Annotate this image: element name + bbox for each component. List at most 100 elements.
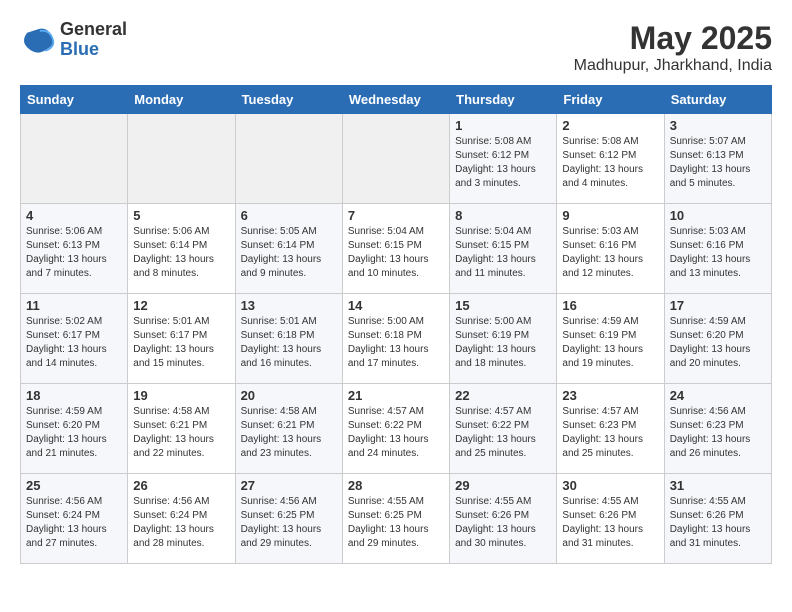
day-number: 7 <box>348 208 444 223</box>
calendar-cell: 2Sunrise: 5:08 AMSunset: 6:12 PMDaylight… <box>557 114 664 204</box>
calendar-cell: 20 Sunrise: 4:58 AMSunset: 6:21 PMDayligh… <box>235 384 342 474</box>
day-info: Sunrise: 5:02 AMSunset: 6:17 PMDaylight:… <box>26 315 122 371</box>
weekday-header-wednesday: Wednesday <box>342 86 449 114</box>
calendar-cell: 9 Sunrise: 5:03 AMSunset: 6:16 PMDaylight… <box>557 204 664 294</box>
day-number: 18 <box>26 388 122 403</box>
day-info: Sunrise: 4:57 AMSunset: 6:23 PMDaylight:… <box>562 405 658 461</box>
calendar-cell: 17 Sunrise: 4:59 AMSunset: 6:20 PMDayligh… <box>664 294 771 384</box>
day-number: 1 <box>455 118 551 133</box>
day-info: Sunrise: 5:06 AMSunset: 6:14 PMDaylight:… <box>133 225 229 281</box>
day-info: Sunrise: 4:58 AMSunset: 6:21 PMDaylight:… <box>241 405 337 461</box>
day-info: Sunrise: 5:00 AMSunset: 6:19 PMDaylight:… <box>455 315 551 371</box>
day-number: 11 <box>26 298 122 313</box>
calendar-cell: 13 Sunrise: 5:01 AMSunset: 6:18 PMDayligh… <box>235 294 342 384</box>
day-number: 24 <box>670 388 766 403</box>
calendar-cell: 6 Sunrise: 5:05 AMSunset: 6:14 PMDaylight… <box>235 204 342 294</box>
calendar-cell: 8 Sunrise: 5:04 AMSunset: 6:15 PMDaylight… <box>450 204 557 294</box>
day-info: Sunrise: 4:59 AMSunset: 6:19 PMDaylight:… <box>562 315 658 371</box>
day-number: 30 <box>562 478 658 493</box>
day-info: Sunrise: 5:01 AMSunset: 6:18 PMDaylight:… <box>241 315 337 371</box>
day-info: Sunrise: 5:05 AMSunset: 6:14 PMDaylight:… <box>241 225 337 281</box>
calendar-cell: 29 Sunrise: 4:55 AMSunset: 6:26 PMDayligh… <box>450 474 557 564</box>
day-number: 9 <box>562 208 658 223</box>
day-number: 20 <box>241 388 337 403</box>
day-info: Sunrise: 5:04 AMSunset: 6:15 PMDaylight:… <box>455 225 551 281</box>
calendar-week-row: 1 Sunrise: 5:08 AMSunset: 6:12 PMDaylight… <box>21 114 772 204</box>
day-number: 25 <box>26 478 122 493</box>
day-info: Sunrise: 4:55 AMSunset: 6:26 PMDaylight:… <box>455 495 551 551</box>
day-info: Sunrise: 5:04 AMSunset: 6:15 PMDaylight:… <box>348 225 444 281</box>
day-info: Sunrise: 4:57 AMSunset: 6:22 PMDaylight:… <box>455 405 551 461</box>
calendar-cell: 7 Sunrise: 5:04 AMSunset: 6:15 PMDaylight… <box>342 204 449 294</box>
calendar-week-row: 4 Sunrise: 5:06 AMSunset: 6:13 PMDaylight… <box>21 204 772 294</box>
logo-general-text: General <box>60 19 127 39</box>
calendar-cell: 28 Sunrise: 4:55 AMSunset: 6:25 PMDayligh… <box>342 474 449 564</box>
weekday-header-tuesday: Tuesday <box>235 86 342 114</box>
day-info: Sunrise: 4:55 AMSunset: 6:26 PMDaylight:… <box>562 495 658 551</box>
day-number: 6 <box>241 208 337 223</box>
day-info: Sunrise: 4:56 AMSunset: 6:24 PMDaylight:… <box>133 495 229 551</box>
calendar-table: SundayMondayTuesdayWednesdayThursdayFrid… <box>20 85 772 564</box>
logo-blue-text: Blue <box>60 39 99 59</box>
day-info: Sunrise: 4:58 AMSunset: 6:21 PMDaylight:… <box>133 405 229 461</box>
calendar-cell: 27Sunrise: 4:56 AMSunset: 6:25 PMDayligh… <box>235 474 342 564</box>
day-number: 19 <box>133 388 229 403</box>
calendar-cell: 25 Sunrise: 4:56 AMSunset: 6:24 PMDayligh… <box>21 474 128 564</box>
day-number: 8 <box>455 208 551 223</box>
calendar-cell: 5 Sunrise: 5:06 AMSunset: 6:14 PMDaylight… <box>128 204 235 294</box>
day-number: 29 <box>455 478 551 493</box>
day-info: Sunrise: 4:55 AMSunset: 6:25 PMDaylight:… <box>348 495 444 551</box>
logo-icon <box>20 22 56 58</box>
calendar-week-row: 25 Sunrise: 4:56 AMSunset: 6:24 PMDayligh… <box>21 474 772 564</box>
day-info: Sunrise: 4:56 AMSunset: 6:24 PMDaylight:… <box>26 495 122 551</box>
weekday-header-friday: Friday <box>557 86 664 114</box>
day-number: 4 <box>26 208 122 223</box>
day-info: Sunrise: 5:08 AMSunset: 6:12 PMDaylight:… <box>455 135 551 191</box>
day-info: Sunrise: 4:59 AMSunset: 6:20 PMDaylight:… <box>26 405 122 461</box>
calendar-cell: 30 Sunrise: 4:55 AMSunset: 6:26 PMDayligh… <box>557 474 664 564</box>
day-number: 16 <box>562 298 658 313</box>
calendar-cell <box>128 114 235 204</box>
day-number: 5 <box>133 208 229 223</box>
calendar-cell <box>235 114 342 204</box>
calendar-cell: 18 Sunrise: 4:59 AMSunset: 6:20 PMDayligh… <box>21 384 128 474</box>
day-info: Sunrise: 4:57 AMSunset: 6:22 PMDaylight:… <box>348 405 444 461</box>
day-number: 22 <box>455 388 551 403</box>
month-year: May 2025 <box>574 20 772 57</box>
day-number: 14 <box>348 298 444 313</box>
day-number: 23 <box>562 388 658 403</box>
title-block: May 2025 Madhupur, Jharkhand, India <box>574 20 772 75</box>
weekday-header-thursday: Thursday <box>450 86 557 114</box>
calendar-cell: 16 Sunrise: 4:59 AMSunset: 6:19 PMDayligh… <box>557 294 664 384</box>
calendar-cell: 23 Sunrise: 4:57 AMSunset: 6:23 PMDayligh… <box>557 384 664 474</box>
day-info: Sunrise: 5:08 AMSunset: 6:12 PMDaylight:… <box>562 135 658 191</box>
weekday-header-monday: Monday <box>128 86 235 114</box>
calendar-cell: 4 Sunrise: 5:06 AMSunset: 6:13 PMDaylight… <box>21 204 128 294</box>
day-number: 26 <box>133 478 229 493</box>
day-number: 12 <box>133 298 229 313</box>
day-number: 10 <box>670 208 766 223</box>
day-info: Sunrise: 4:59 AMSunset: 6:20 PMDaylight:… <box>670 315 766 371</box>
calendar-cell: 31Sunrise: 4:55 AMSunset: 6:26 PMDayligh… <box>664 474 771 564</box>
calendar-week-row: 18 Sunrise: 4:59 AMSunset: 6:20 PMDayligh… <box>21 384 772 474</box>
day-number: 21 <box>348 388 444 403</box>
calendar-cell: 22 Sunrise: 4:57 AMSunset: 6:22 PMDayligh… <box>450 384 557 474</box>
day-info: Sunrise: 5:06 AMSunset: 6:13 PMDaylight:… <box>26 225 122 281</box>
location: Madhupur, Jharkhand, India <box>574 57 772 75</box>
calendar-cell: 10Sunrise: 5:03 AMSunset: 6:16 PMDayligh… <box>664 204 771 294</box>
day-number: 27 <box>241 478 337 493</box>
logo: General Blue <box>20 20 127 60</box>
calendar-cell: 26 Sunrise: 4:56 AMSunset: 6:24 PMDayligh… <box>128 474 235 564</box>
day-number: 28 <box>348 478 444 493</box>
calendar-cell: 11 Sunrise: 5:02 AMSunset: 6:17 PMDayligh… <box>21 294 128 384</box>
day-info: Sunrise: 5:00 AMSunset: 6:18 PMDaylight:… <box>348 315 444 371</box>
day-number: 13 <box>241 298 337 313</box>
page-header: General Blue May 2025 Madhupur, Jharkhan… <box>20 20 772 75</box>
weekday-header-sunday: Sunday <box>21 86 128 114</box>
day-info: Sunrise: 5:03 AMSunset: 6:16 PMDaylight:… <box>562 225 658 281</box>
day-number: 15 <box>455 298 551 313</box>
weekday-header-saturday: Saturday <box>664 86 771 114</box>
calendar-cell <box>342 114 449 204</box>
day-number: 17 <box>670 298 766 313</box>
day-number: 31 <box>670 478 766 493</box>
